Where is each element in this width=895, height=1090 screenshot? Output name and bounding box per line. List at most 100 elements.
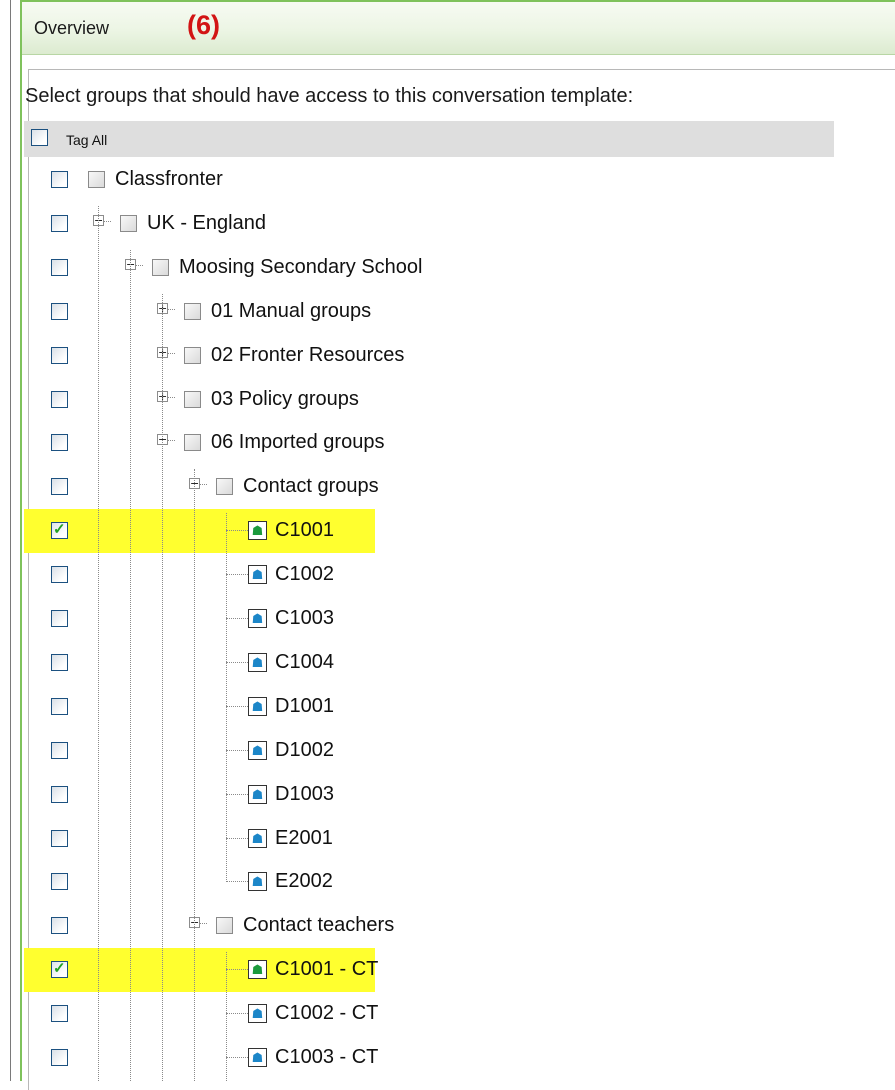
select-checkbox[interactable] bbox=[51, 259, 68, 276]
select-checkbox[interactable] bbox=[51, 830, 68, 847]
tree-label-c1002-ct[interactable]: C1002 - CT bbox=[275, 1002, 378, 1025]
tree-checkbox[interactable] bbox=[184, 347, 201, 364]
select-checkbox[interactable] bbox=[51, 698, 68, 715]
tree-label-contact-teachers[interactable]: Contact teachers bbox=[243, 914, 394, 937]
tree-label-c1001[interactable]: C1001 bbox=[275, 519, 334, 542]
panel-header: Overview (6) bbox=[22, 2, 895, 55]
tree-label-classfronter[interactable]: Classfronter bbox=[115, 168, 223, 191]
tree-row: ☗ C1002 bbox=[0, 553, 860, 597]
tree-connector bbox=[168, 397, 175, 398]
panel-title[interactable]: Overview bbox=[34, 18, 109, 39]
tag-all-checkbox[interactable] bbox=[31, 129, 48, 146]
instruction-text: Select groups that should have access to… bbox=[25, 85, 634, 107]
tree-connector bbox=[226, 662, 248, 663]
tree-row: ☗ D1002 bbox=[0, 729, 860, 773]
group-icon: ☗ bbox=[248, 609, 267, 628]
tag-all-label[interactable]: Tag All bbox=[66, 132, 107, 148]
tree-row: +03 Policy groups bbox=[0, 378, 860, 422]
group-icon: ☗ bbox=[248, 697, 267, 716]
select-checkbox[interactable] bbox=[51, 1005, 68, 1022]
select-checkbox[interactable] bbox=[51, 391, 68, 408]
tree-guide-line bbox=[194, 469, 195, 1081]
tree-guide-line bbox=[226, 513, 227, 882]
select-checkbox[interactable] bbox=[51, 215, 68, 232]
tree-checkbox[interactable] bbox=[120, 215, 137, 232]
tree-label-e2001[interactable]: E2001 bbox=[275, 827, 333, 850]
tree-connector bbox=[200, 484, 207, 485]
tree-connector bbox=[226, 838, 248, 839]
tree-row: −06 Imported groups bbox=[0, 421, 860, 465]
tree-checkbox[interactable] bbox=[184, 391, 201, 408]
group-icon: ☗ bbox=[248, 785, 267, 804]
tree-label-contact-groups[interactable]: Contact groups bbox=[243, 475, 379, 498]
tree-label-moosing-secondary-school[interactable]: Moosing Secondary School bbox=[179, 256, 422, 279]
group-icon: ☗ bbox=[248, 653, 267, 672]
select-checkbox[interactable] bbox=[51, 303, 68, 320]
tree-checkbox[interactable] bbox=[184, 434, 201, 451]
tree-label-d1002[interactable]: D1002 bbox=[275, 739, 334, 762]
tree-label-c1002[interactable]: C1002 bbox=[275, 563, 334, 586]
tree-label-c1004[interactable]: C1004 bbox=[275, 651, 334, 674]
group-icon: ☗ bbox=[248, 1048, 267, 1067]
select-checkbox[interactable] bbox=[51, 610, 68, 627]
tree-label-c1003[interactable]: C1003 bbox=[275, 607, 334, 630]
tree-connector bbox=[226, 1057, 248, 1058]
tree-checkbox[interactable] bbox=[216, 917, 233, 934]
tree-row: − Contact groups bbox=[0, 465, 860, 509]
tree-label-03-policy-groups[interactable]: 03 Policy groups bbox=[211, 388, 359, 411]
step-number-badge: (6) bbox=[187, 10, 220, 40]
group-icon: ☗ bbox=[248, 829, 267, 848]
select-checkbox[interactable] bbox=[51, 171, 68, 188]
select-checkbox[interactable] bbox=[51, 873, 68, 890]
select-checkbox[interactable] bbox=[51, 434, 68, 451]
tree-label-d1001[interactable]: D1001 bbox=[275, 695, 334, 718]
tree-label-uk-england[interactable]: UK - England bbox=[147, 212, 266, 235]
tree-row: − UK - England bbox=[0, 202, 860, 246]
tree-checkbox[interactable] bbox=[88, 171, 105, 188]
tree-label-06-imported-groups[interactable]: 06 Imported groups bbox=[211, 431, 384, 454]
tree-checkbox[interactable] bbox=[152, 259, 169, 276]
select-checkbox[interactable] bbox=[51, 520, 68, 539]
tree-label-d1003[interactable]: D1003 bbox=[275, 783, 334, 806]
tree-row: ☗ C1001 bbox=[0, 509, 860, 553]
tree-guide-line bbox=[130, 250, 131, 1081]
select-checkbox[interactable] bbox=[51, 566, 68, 583]
select-checkbox[interactable] bbox=[51, 917, 68, 934]
tree-guide-line bbox=[226, 952, 227, 1081]
tree-connector bbox=[168, 309, 175, 310]
tree-row: +01 Manual groups bbox=[0, 290, 860, 334]
select-checkbox[interactable] bbox=[51, 654, 68, 671]
tree-connector bbox=[226, 574, 248, 575]
tree-guide-line bbox=[162, 294, 163, 1081]
tree-row: ☗ C1002 - CT bbox=[0, 992, 860, 1036]
tree-row: ☗ C1003 - CT bbox=[0, 1036, 860, 1080]
select-checkbox[interactable] bbox=[51, 786, 68, 803]
select-checkbox[interactable] bbox=[51, 742, 68, 759]
tree-checkbox[interactable] bbox=[216, 478, 233, 495]
select-checkbox[interactable] bbox=[51, 1049, 68, 1066]
tag-all-bar: Tag All bbox=[24, 121, 834, 157]
select-checkbox[interactable] bbox=[51, 478, 68, 495]
tree-connector bbox=[168, 440, 175, 441]
tree-row: − Contact teachers bbox=[0, 904, 860, 948]
tree-label-e2002[interactable]: E2002 bbox=[275, 870, 333, 893]
tree-label-c1003-ct[interactable]: C1003 - CT bbox=[275, 1046, 378, 1069]
tree-guide-line bbox=[98, 206, 99, 1081]
tree-label-01-manual-groups[interactable]: 01 Manual groups bbox=[211, 300, 371, 323]
group-icon: ☗ bbox=[248, 1004, 267, 1023]
select-checkbox[interactable] bbox=[51, 347, 68, 364]
group-icon: ☗ bbox=[248, 960, 267, 979]
tree-row: ☗ C1004 bbox=[0, 641, 860, 685]
tree-label-02-fronter-resources[interactable]: 02 Fronter Resources bbox=[211, 344, 404, 367]
tree-connector bbox=[226, 618, 248, 619]
select-checkbox[interactable] bbox=[51, 959, 68, 978]
tree-connector bbox=[226, 750, 248, 751]
tree-row: ☗ C1003 bbox=[0, 597, 860, 641]
tree-row: ☗ D1001 bbox=[0, 685, 860, 729]
tree-connector bbox=[104, 221, 111, 222]
group-icon: ☗ bbox=[248, 565, 267, 584]
tree-connector bbox=[168, 353, 175, 354]
tree-checkbox[interactable] bbox=[184, 303, 201, 320]
tree-row: ☗ E2002 bbox=[0, 860, 860, 904]
tree-label-c1001-ct[interactable]: C1001 - CT bbox=[275, 958, 378, 981]
